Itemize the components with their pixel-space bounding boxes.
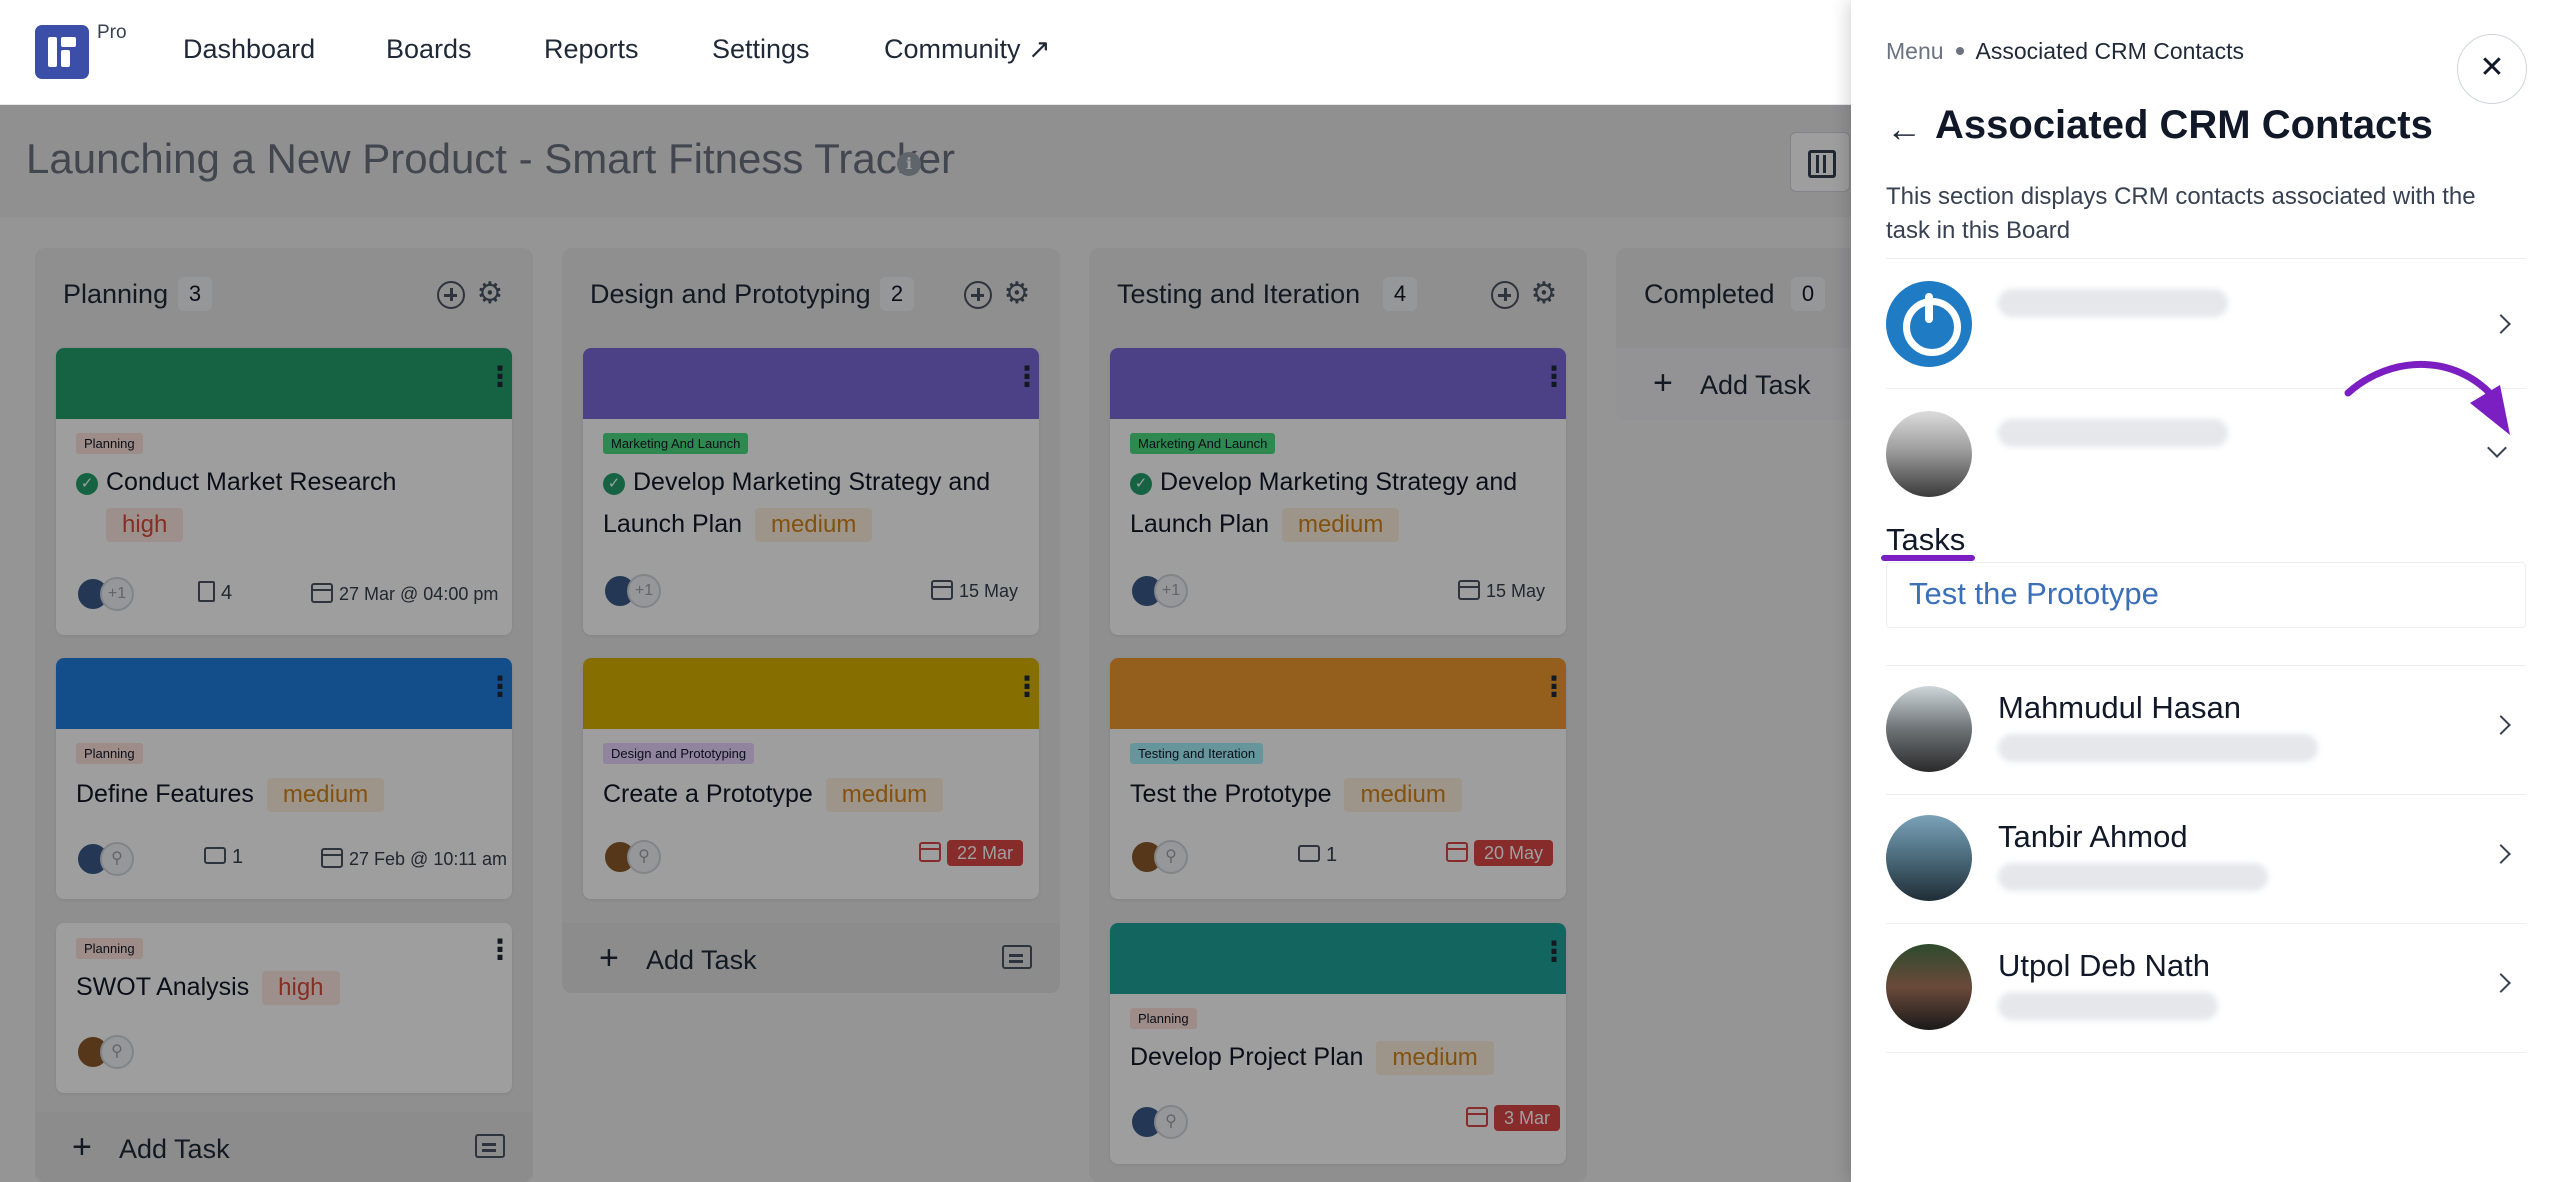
task-link[interactable]: Test the Prototype xyxy=(1909,576,2159,612)
contact-avatar xyxy=(1886,815,1972,901)
contact-email-redacted xyxy=(1998,734,2318,762)
breadcrumb-current: Associated CRM Contacts xyxy=(1975,38,2244,64)
chevron-right-icon[interactable] xyxy=(2491,715,2511,735)
nav-settings[interactable]: Settings xyxy=(712,34,810,65)
pro-badge: Pro xyxy=(97,22,127,43)
chevron-right-icon[interactable] xyxy=(2491,314,2511,334)
contact-name: Mahmudul Hasan xyxy=(1998,690,2241,725)
contact-name: Tanbir Ahmod xyxy=(1998,819,2188,854)
contact-row[interactable]: Utpol Deb Nath xyxy=(1886,923,2526,1053)
tasks-section-label: Tasks xyxy=(1886,522,1966,557)
contact-name-redacted xyxy=(1998,419,2228,447)
nav-dashboard[interactable]: Dashboard xyxy=(183,34,315,65)
contact-row[interactable]: Tanbir Ahmod xyxy=(1886,794,2526,924)
associated-task-item[interactable]: Test the Prototype xyxy=(1886,562,2526,628)
contact-avatar xyxy=(1886,411,1972,497)
contact-name-redacted xyxy=(1998,289,2228,317)
modal-backdrop[interactable] xyxy=(0,105,1851,1182)
crm-contacts-drawer: Menu Associated CRM Contacts ✕ ← Associat… xyxy=(1851,0,2560,1182)
close-button[interactable]: ✕ xyxy=(2457,34,2527,104)
nav-boards[interactable]: Boards xyxy=(386,34,472,65)
contact-avatar xyxy=(1886,944,1972,1030)
contact-avatar xyxy=(1886,281,1972,367)
contact-email-redacted xyxy=(1998,992,2218,1020)
back-arrow-icon[interactable]: ← xyxy=(1886,108,1922,150)
nav-reports[interactable]: Reports xyxy=(544,34,639,65)
breadcrumb-separator xyxy=(1955,47,1964,55)
annotation-arrow-icon xyxy=(2344,361,2510,435)
panel-description: This section displays CRM contacts assoc… xyxy=(1886,183,2476,244)
app-logo[interactable] xyxy=(35,25,89,79)
panel-title: Associated CRM Contacts xyxy=(1935,103,2433,147)
contact-name: Utpol Deb Nath xyxy=(1998,948,2210,983)
contact-row[interactable]: Mahmudul Hasan xyxy=(1886,665,2526,795)
chevron-right-icon[interactable] xyxy=(2491,973,2511,993)
breadcrumb-menu[interactable]: Menu xyxy=(1886,38,1944,64)
tasks-highlight-underline xyxy=(1881,555,1975,561)
chevron-right-icon[interactable] xyxy=(2491,844,2511,864)
contact-email-redacted xyxy=(1998,863,2268,891)
contact-avatar xyxy=(1886,686,1972,772)
breadcrumb: Menu Associated CRM Contacts xyxy=(1886,38,2244,65)
nav-community[interactable]: Community ↗ xyxy=(884,34,1051,65)
